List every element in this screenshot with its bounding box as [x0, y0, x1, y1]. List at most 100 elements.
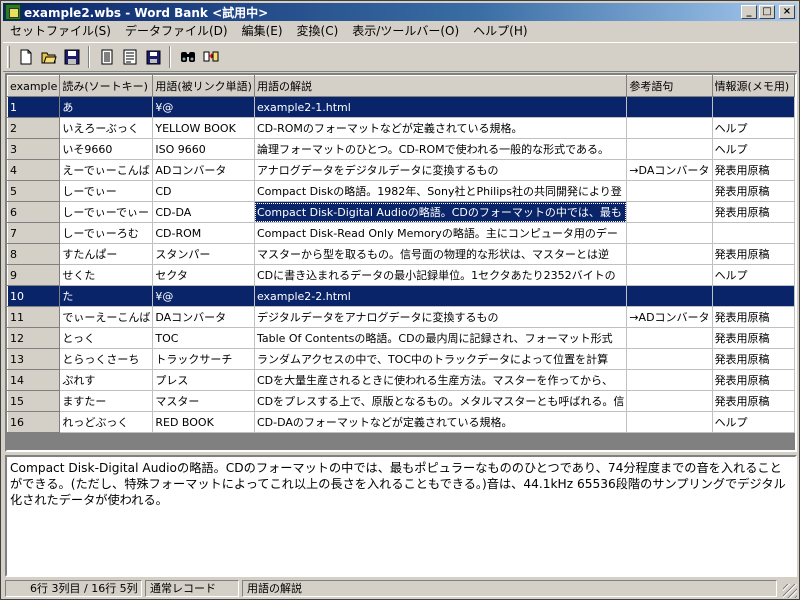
cell-description[interactable]: Compact Disk-Digital Audioの略語。CDのフォーマットの… — [253, 201, 628, 223]
column-header-source[interactable]: 情報源(メモ用) — [711, 75, 795, 97]
row-number[interactable]: 15 — [7, 390, 61, 412]
cell-reading[interactable]: しーでぃーろむ — [59, 222, 154, 244]
cell-term[interactable]: CD-ROM — [152, 222, 255, 244]
cell-source[interactable]: ヘルプ — [711, 117, 795, 139]
row-number[interactable]: 10 — [7, 285, 61, 307]
cell-term[interactable]: プレス — [152, 369, 255, 391]
cell-reading[interactable]: いえろーぶっく — [59, 117, 154, 139]
cell-reference[interactable] — [626, 201, 713, 223]
table-row[interactable]: 4 えーでぃーこんば ADコンバータ アナログデータをデジタルデータに変換するもの →D… — [7, 159, 795, 181]
menu-data-file[interactable]: データファイル(D) — [118, 22, 235, 41]
row-number[interactable]: 3 — [7, 138, 61, 160]
column-header-number[interactable]: example — [7, 75, 61, 97]
cell-reference[interactable] — [626, 411, 713, 433]
cell-term[interactable]: トラックサーチ — [152, 348, 255, 370]
close-button[interactable]: × — [779, 5, 795, 19]
cell-term[interactable]: TOC — [152, 327, 255, 349]
cell-description[interactable]: アナログデータをデジタルデータに変換するもの — [253, 159, 628, 181]
cell-reference[interactable] — [626, 96, 713, 118]
cell-term[interactable]: ¥@ — [152, 96, 255, 118]
cell-description[interactable]: CDを大量生産されるときに使われる生産方法。マスターを作ってから、 — [253, 369, 628, 391]
cell-description[interactable]: デジタルデータをアナログデータに変換するもの — [253, 306, 628, 328]
cell-source[interactable]: 発表用原稿 — [711, 348, 795, 370]
cell-reference[interactable] — [626, 138, 713, 160]
cell-source[interactable]: ヘルプ — [711, 138, 795, 160]
maximize-button[interactable]: □ — [759, 5, 775, 19]
table-row[interactable]: 10 た ¥@ example2-2.html — [7, 285, 795, 307]
column-header-reading[interactable]: 読み(ソートキー) — [59, 75, 154, 97]
table-row[interactable]: 5 しーでぃー CD Compact Diskの略語。1982年、Sony社とPhil… — [7, 180, 795, 202]
cell-term[interactable]: ¥@ — [152, 285, 255, 307]
cell-term[interactable]: マスター — [152, 390, 255, 412]
cell-term[interactable]: スタンパー — [152, 243, 255, 265]
cell-reading[interactable]: しーでぃー — [59, 180, 154, 202]
cell-reading[interactable]: せくた — [59, 264, 154, 286]
app-icon[interactable] — [5, 4, 21, 20]
cell-reference[interactable] — [626, 327, 713, 349]
cell-reading[interactable]: でぃーえーこんば — [59, 306, 154, 328]
save-icon[interactable] — [60, 46, 83, 68]
list-document-icon[interactable] — [118, 46, 141, 68]
data-grid[interactable]: example 読み(ソートキー) 用語(被リンク単語) 用語の解説 参考語句 … — [5, 73, 797, 452]
table-row[interactable]: 7 しーでぃーろむ CD-ROM Compact Disk-Read Only Mem… — [7, 222, 795, 244]
resize-grip[interactable] — [783, 584, 797, 598]
open-folder-icon[interactable] — [37, 46, 60, 68]
minimize-button[interactable]: _ — [741, 5, 757, 19]
cell-reference[interactable] — [626, 285, 713, 307]
row-number[interactable]: 14 — [7, 369, 61, 391]
cell-description[interactable]: Compact Disk-Read Only Memoryの略語。主にコンピュー… — [253, 222, 628, 244]
cell-reading[interactable]: えーでぃーこんば — [59, 159, 154, 181]
cell-reference[interactable] — [626, 264, 713, 286]
cell-reading[interactable]: ぷれす — [59, 369, 154, 391]
cell-term[interactable]: セクタ — [152, 264, 255, 286]
cell-description[interactable]: CDに書き込まれるデータの最小記録単位。1セクタあたり2352バイトの — [253, 264, 628, 286]
cell-term[interactable]: DAコンバータ — [152, 306, 255, 328]
cell-source[interactable]: 発表用原稿 — [711, 180, 795, 202]
cell-source[interactable]: 発表用原稿 — [711, 159, 795, 181]
table-row[interactable]: 2 いえろーぶっく YELLOW BOOK CD-ROMのフォーマットなどが定義されて… — [7, 117, 795, 139]
cell-term[interactable]: ADコンバータ — [152, 159, 255, 181]
row-number[interactable]: 11 — [7, 306, 61, 328]
row-number[interactable]: 16 — [7, 411, 61, 433]
table-row[interactable]: 1 あ ¥@ example2-1.html — [7, 96, 795, 118]
menu-set-file[interactable]: セットファイル(S) — [3, 22, 118, 41]
cell-reference[interactable] — [626, 369, 713, 391]
cell-source[interactable] — [711, 285, 795, 307]
cell-source[interactable]: 発表用原稿 — [711, 306, 795, 328]
cell-reading[interactable]: とっく — [59, 327, 154, 349]
cell-source[interactable] — [711, 96, 795, 118]
row-number[interactable]: 13 — [7, 348, 61, 370]
cell-reading[interactable]: すたんぱー — [59, 243, 154, 265]
row-number[interactable]: 12 — [7, 327, 61, 349]
save-as-icon[interactable] — [141, 46, 164, 68]
cell-description[interactable]: CDをプレスする上で、原版となるもの。メタルマスターとも呼ばれる。信 — [253, 390, 628, 412]
cell-reading[interactable]: いそ9660 — [59, 138, 154, 160]
row-number[interactable]: 4 — [7, 159, 61, 181]
cell-term[interactable]: ISO 9660 — [152, 138, 255, 160]
cell-reference[interactable] — [626, 222, 713, 244]
new-file-icon[interactable] — [14, 46, 37, 68]
cell-reference[interactable] — [626, 117, 713, 139]
cell-source[interactable]: ヘルプ — [711, 411, 795, 433]
menu-help[interactable]: ヘルプ(H) — [466, 22, 534, 41]
column-header-reference[interactable]: 参考語句 — [626, 75, 713, 97]
table-row[interactable]: 11 でぃーえーこんば DAコンバータ デジタルデータをアナログデータに変換するもの →… — [7, 306, 795, 328]
cell-reference[interactable] — [626, 243, 713, 265]
cell-source[interactable]: ヘルプ — [711, 264, 795, 286]
find-icon[interactable] — [176, 46, 199, 68]
toolbar-grip[interactable] — [7, 46, 10, 68]
cell-reference[interactable]: →ADコンバータ — [626, 306, 713, 328]
cell-source[interactable]: 発表用原稿 — [711, 369, 795, 391]
title-bar[interactable]: example2.wbs - Word Bank <試用中> _ □ × — [3, 3, 797, 21]
cell-description[interactable]: Table Of Contentsの略語。CDの最内周に記録され、フォーマット形… — [253, 327, 628, 349]
description-text-area[interactable]: Compact Disk-Digital Audioの略語。CDのフォーマットの… — [5, 455, 797, 577]
table-row[interactable]: 9 せくた セクタ CDに書き込まれるデータの最小記録単位。1セクタあたり2352バイ… — [7, 264, 795, 286]
cell-description[interactable]: CD-ROMのフォーマットなどが定義されている規格。 — [253, 117, 628, 139]
cell-source[interactable]: 発表用原稿 — [711, 390, 795, 412]
row-number[interactable]: 1 — [7, 96, 61, 118]
transfer-icon[interactable] — [199, 46, 222, 68]
cell-description[interactable]: 論理フォーマットのひとつ。CD-ROMで使われる一般的な形式である。 — [253, 138, 628, 160]
table-row[interactable]: 3 いそ9660 ISO 9660 論理フォーマットのひとつ。CD-ROMで使われる一… — [7, 138, 795, 160]
cell-reading[interactable]: た — [59, 285, 154, 307]
table-row[interactable]: 14 ぷれす プレス CDを大量生産されるときに使われる生産方法。マスターを作ってから… — [7, 369, 795, 391]
